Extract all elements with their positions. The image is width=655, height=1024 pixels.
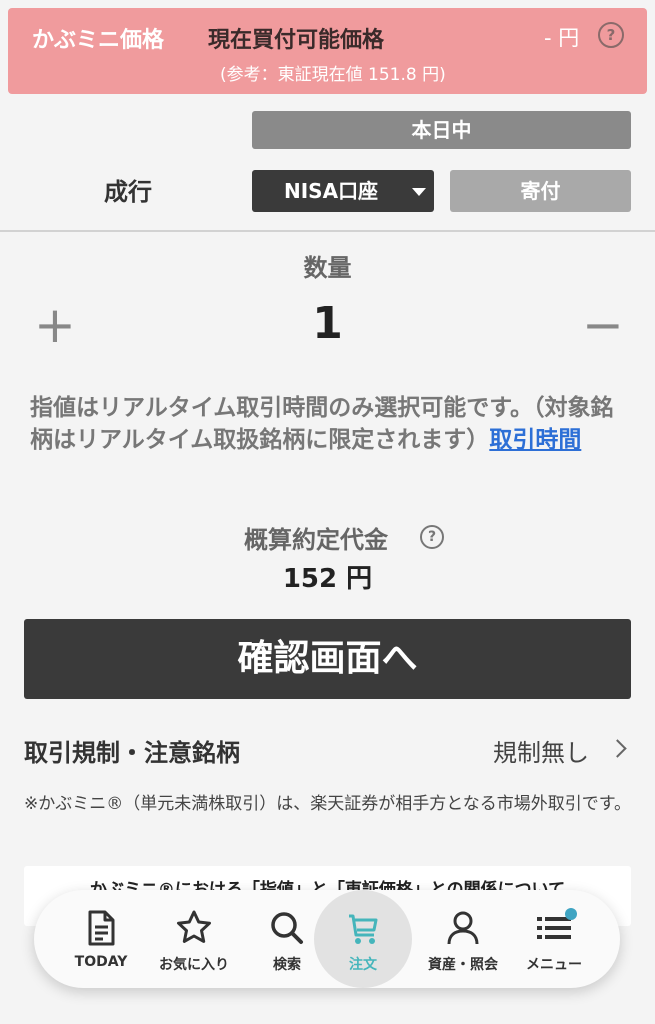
notification-badge (565, 908, 577, 920)
footnote: ※かぶミニ®（単元未満株取引）は、楽天証券が相手方となる市場外取引です。 (24, 794, 632, 814)
help-icon[interactable]: ? (420, 525, 444, 549)
nav-item-order[interactable]: 注文 (314, 890, 412, 988)
chevron-right-icon (608, 739, 627, 758)
nav-label: 資産・照会 (428, 957, 498, 973)
account-select-value: NISA口座 (284, 179, 379, 203)
star-icon (177, 910, 211, 943)
donate-button[interactable]: 寄付 (450, 170, 631, 212)
quantity-value[interactable]: 1 (0, 298, 655, 349)
restrictions-value: 規制無し (493, 739, 589, 767)
nav-item-menu[interactable]: メニュー (505, 890, 603, 988)
account-select[interactable]: NISA口座 (252, 170, 434, 212)
nav-label: お気に入り (159, 957, 229, 973)
cart-icon (349, 914, 378, 944)
estimated-amount-label: 概算約定代金 (244, 526, 388, 554)
estimated-amount-value: 152 円 (282, 564, 373, 594)
trading-hours-link[interactable]: 取引時間 (489, 427, 581, 453)
chevron-down-icon (412, 188, 426, 196)
nav-label: TODAY (74, 954, 128, 970)
search-icon (271, 912, 303, 944)
nav-label: メニュー (526, 957, 582, 973)
quantity-label: 数量 (303, 254, 352, 282)
banner-value: - 円 (544, 26, 580, 50)
session-today-button[interactable]: 本日中 (252, 111, 631, 149)
quantity-minus-button[interactable]: − (582, 300, 624, 350)
divider (0, 230, 655, 232)
nav-item-favorites[interactable]: お気に入り (145, 890, 243, 988)
bottom-nav: TODAY お気に入り 検索 注文 資産・照会 メニュー (34, 890, 620, 988)
person-icon (447, 911, 479, 945)
confirm-screen-button[interactable]: 確認画面へ (24, 619, 631, 699)
banner-title: かぶミニ価格 (32, 28, 165, 53)
help-icon[interactable]: ? (598, 22, 624, 48)
restrictions-label: 取引規制・注意銘柄 (24, 739, 240, 767)
price-banner: かぶミニ価格 現在買付可能価格 - 円 ? (参考：東証現在値 151.8 円) (8, 8, 647, 94)
nav-label: 注文 (349, 957, 377, 973)
banner-reference-price: (参考：東証現在値 151.8 円) (220, 65, 446, 85)
limit-order-notice: 指値はリアルタイム取引時間のみ選択可能です。（対象銘柄はリアルタイム取扱銘柄に限… (30, 392, 620, 456)
document-icon (88, 910, 115, 946)
order-type-label: 成行 (104, 178, 152, 206)
nav-item-assets[interactable]: 資産・照会 (414, 890, 512, 988)
nav-item-today[interactable]: TODAY (52, 890, 150, 988)
banner-label: 現在買付可能価格 (208, 28, 385, 53)
